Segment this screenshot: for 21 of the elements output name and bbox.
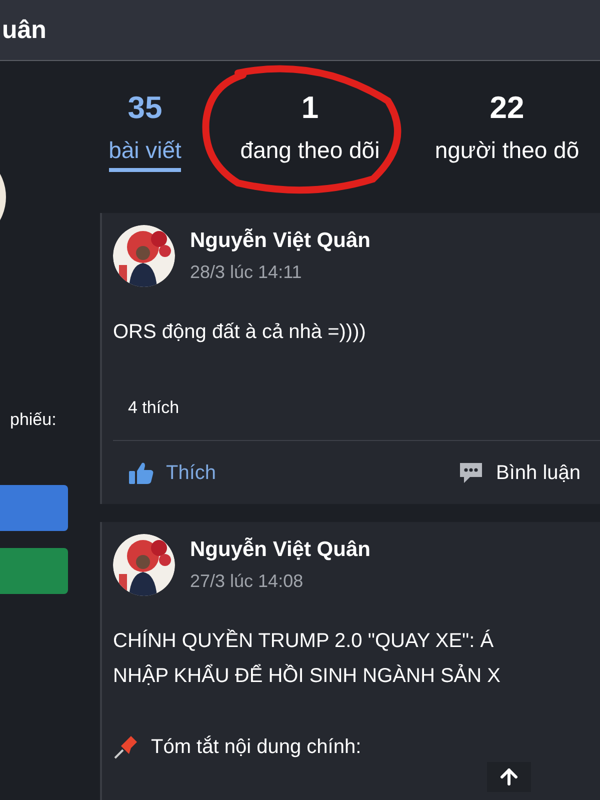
like-button[interactable]: Thích [128,458,216,488]
scroll-to-top-button[interactable] [487,762,531,792]
post-text: Tóm tắt nội dung chính: [151,734,362,760]
thumbs-up-icon [128,460,154,484]
like-count[interactable]: 4 thích [128,396,600,420]
post-time: 28/3 lúc 14:11 [190,261,303,284]
field-label: phiếu: [10,409,58,431]
action-button[interactable] [0,548,68,594]
author-name[interactable]: Nguyễn Việt Quân [190,227,370,255]
speech-bubble-icon [458,460,484,484]
author-name[interactable]: Nguyễn Việt Quân [190,536,370,564]
action-button[interactable] [0,484,68,530]
post-time: 27/3 lúc 14:08 [190,570,304,593]
post-text: CHÍNH QUYỀN TRUMP 2.0 "QUAY XE": Á [113,628,495,654]
post-text: NHẬP KHẨU ĐỂ HỒI SINH NGÀNH SẢN X [113,663,502,689]
page-title: uân [1,18,46,42]
profile-tab[interactable]: 22 người theo dõ [414,89,600,172]
profile-tab[interactable]: 1 đang theo dõi [224,89,396,172]
profile-tab[interactable]: 35 bài viết [100,89,190,172]
post-text: ORS động đất à cả nhà =)))) [113,320,367,345]
comment-button[interactable]: Bình luận [458,458,581,488]
